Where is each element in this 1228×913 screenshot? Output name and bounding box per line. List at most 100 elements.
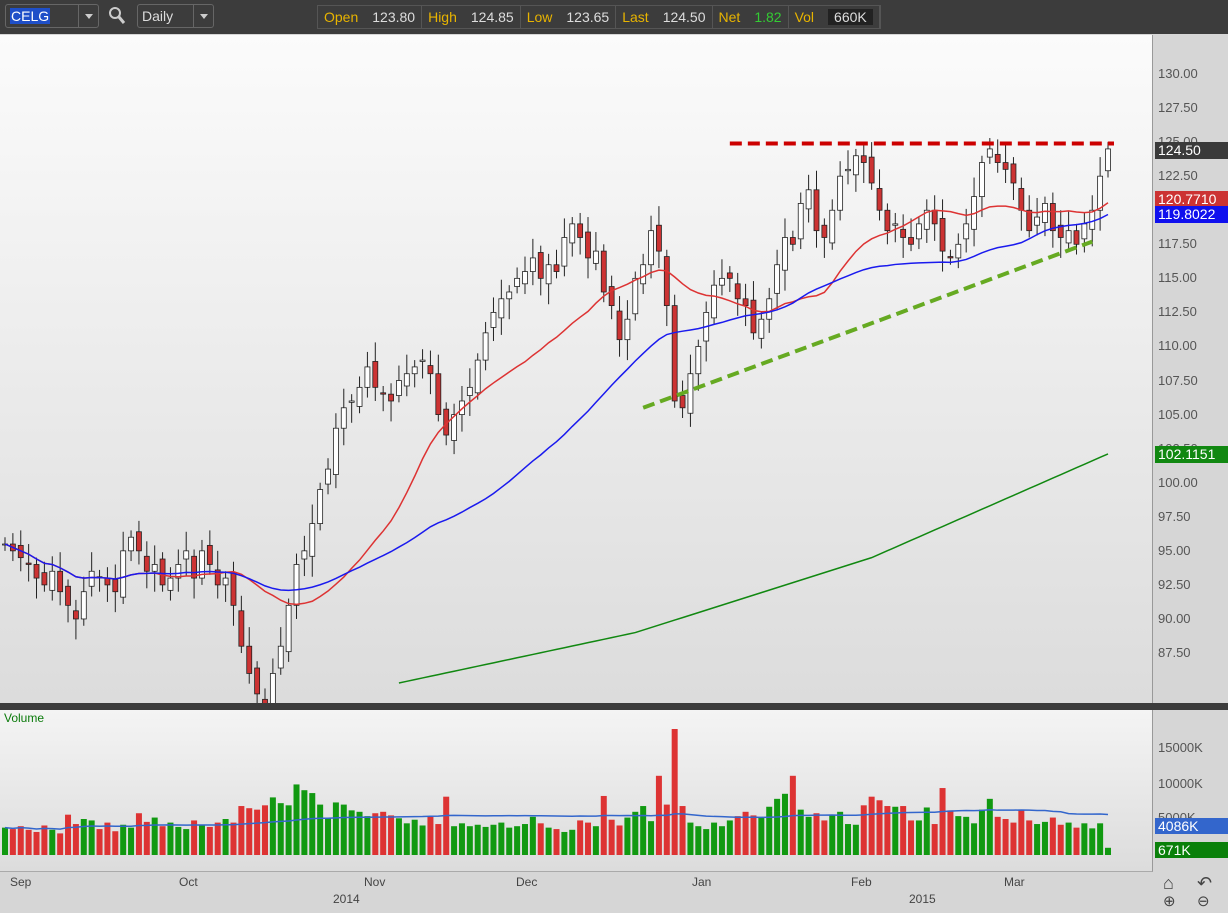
volume-bar (269, 797, 276, 855)
volume-bar (829, 814, 836, 855)
volume-bar (663, 804, 670, 855)
candle-body (734, 283, 741, 300)
ma200-line (398, 453, 1109, 684)
volume-bar (963, 816, 970, 855)
price-tick: 130.00 (1158, 66, 1198, 81)
volume-bar (766, 806, 773, 855)
volume-bar (198, 824, 205, 855)
volume-bar (553, 829, 560, 855)
price-chart[interactable] (0, 35, 1153, 703)
candle (206, 530, 213, 575)
volume-chart[interactable] (0, 710, 1153, 872)
volume-bar (340, 804, 347, 855)
volume-bar (600, 795, 607, 855)
volume-chart-svg (2, 729, 1111, 855)
candle-body (57, 570, 64, 593)
candle-body (33, 564, 40, 579)
candle-body (884, 209, 891, 232)
candle-body (561, 237, 568, 267)
candle (837, 161, 844, 221)
candle-body (183, 550, 190, 560)
volume-bar (687, 822, 694, 855)
candle-body (435, 373, 442, 415)
year-label: 2015 (909, 892, 936, 906)
candle (782, 218, 788, 291)
price-tick: 127.50 (1158, 100, 1198, 116)
volume-bar (774, 798, 781, 855)
candle (648, 215, 654, 279)
candle (1049, 192, 1056, 248)
volume-bar (2, 827, 8, 855)
price-tick: 97.50 (1158, 508, 1191, 524)
volume-bar (1026, 820, 1033, 855)
quote-label: Net (718, 9, 741, 25)
candle-body (695, 346, 702, 375)
candle-body (364, 366, 371, 388)
candle-body (1073, 230, 1080, 245)
symbol-input[interactable]: CELG (5, 4, 99, 28)
candle-body (829, 209, 836, 244)
candle (143, 541, 150, 589)
candle-body (466, 386, 473, 396)
candle (1002, 143, 1009, 183)
candle (1105, 142, 1111, 178)
volume-bar (632, 811, 639, 855)
candle (884, 203, 891, 245)
search-icon[interactable] (108, 6, 126, 26)
period-select[interactable]: Daily (137, 4, 214, 28)
volume-bar (466, 826, 473, 855)
zoom-out-icon[interactable]: ⊖ (1197, 892, 1210, 910)
volume-bar (648, 821, 655, 855)
candle-body (348, 400, 355, 403)
candle-body (845, 168, 851, 172)
candle (159, 552, 166, 592)
candle-body (585, 231, 591, 259)
candle-body (797, 203, 804, 240)
candle-body (65, 585, 71, 606)
volume-bar (285, 805, 292, 855)
volume-bar (1010, 822, 1017, 855)
candle-body (1065, 230, 1072, 244)
candle-body (711, 284, 717, 319)
volume-bar (892, 806, 899, 855)
candle-body (900, 228, 907, 238)
ma200-label: 102.1151 (1155, 446, 1228, 463)
home-icon[interactable]: ⌂ (1163, 873, 1174, 894)
candle-body (230, 572, 237, 606)
candle-body (876, 188, 883, 211)
volume-bar (529, 816, 536, 855)
candle (569, 217, 576, 257)
candle (317, 482, 324, 531)
panel-divider[interactable] (0, 703, 1228, 710)
candle (931, 195, 938, 241)
candle-body (726, 272, 733, 279)
candle (128, 530, 134, 562)
price-tick: 110.00 (1158, 338, 1197, 354)
price-chart-svg (2, 138, 1114, 703)
period-dropdown-button[interactable] (193, 5, 213, 27)
candle (506, 285, 513, 320)
volume-bar (246, 808, 253, 855)
candle-body (805, 189, 812, 210)
undo-icon[interactable]: ↶ (1197, 873, 1212, 894)
candle (592, 232, 599, 271)
volume-bar (498, 822, 505, 855)
candle-body (128, 536, 134, 552)
period-value: Daily (142, 8, 174, 24)
zoom-in-icon[interactable]: ⊕ (1163, 892, 1176, 910)
volume-bar (868, 796, 875, 855)
price-tick: 112.50 (1158, 304, 1197, 320)
symbol-dropdown-button[interactable] (78, 5, 98, 27)
candle-body (80, 591, 87, 620)
candle-body (529, 257, 536, 272)
candle-body (191, 555, 197, 579)
candle (703, 301, 710, 362)
candle (545, 253, 552, 305)
candle (892, 212, 899, 243)
candle (734, 272, 741, 316)
candle-body (837, 175, 844, 211)
volume-bar (490, 824, 497, 855)
candle-body (301, 550, 308, 560)
volume-bar (120, 824, 127, 855)
candle-body (789, 237, 796, 245)
